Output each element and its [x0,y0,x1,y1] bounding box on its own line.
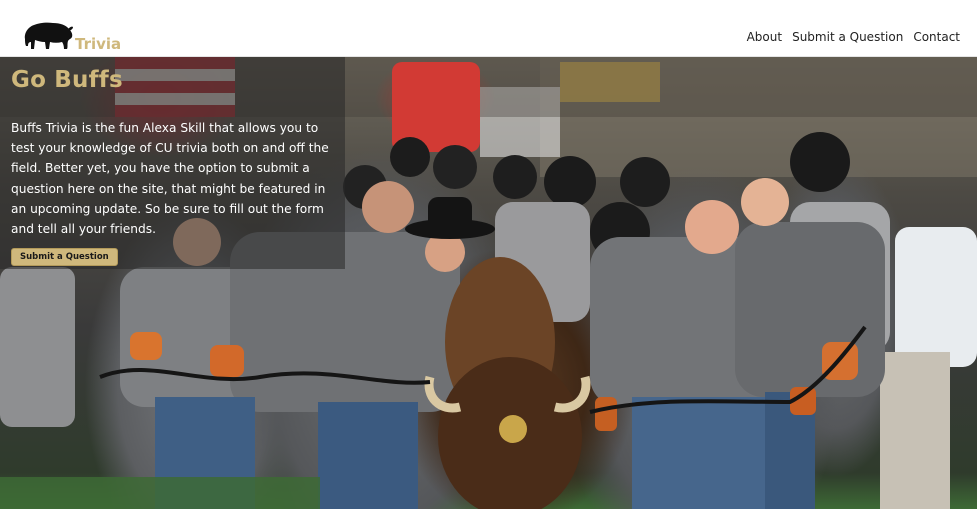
nav-link-about[interactable]: About [747,30,782,44]
nav-link-contact[interactable]: Contact [913,30,960,44]
submit-question-button[interactable]: Submit a Question [11,248,118,266]
brand-text: Trivia [75,35,122,53]
hero-title: Go Buffs [11,67,123,93]
buffalo-icon [24,22,74,49]
hero-description: Buffs Trivia is the fun Alexa Skill that… [11,121,329,237]
brand-link[interactable]: Trivia [22,18,121,54]
nav-links: About Submit a Question Contact [737,30,960,44]
nav-link-submit-question[interactable]: Submit a Question [792,30,903,44]
navbar: Trivia About Submit a Question Contact [0,0,977,57]
hero-section: Go Buffs Buffs Trivia is the fun Alexa S… [0,57,977,509]
hero-text-panel: Go Buffs Buffs Trivia is the fun Alexa S… [0,57,345,269]
